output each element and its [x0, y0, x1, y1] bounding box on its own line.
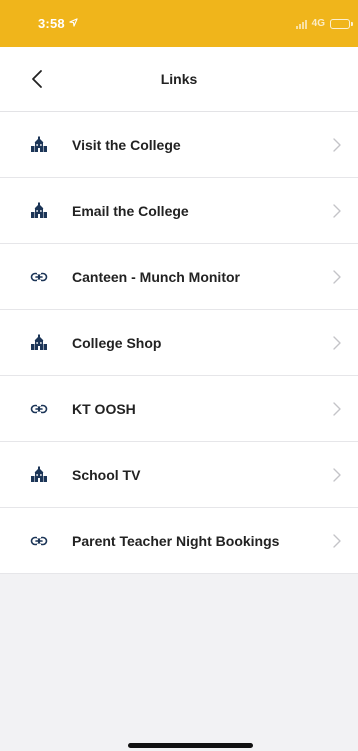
link-row-parent-teacher-night[interactable]: Parent Teacher Night Bookings	[0, 508, 358, 574]
link-row-visit-college[interactable]: Visit the College	[0, 112, 358, 178]
network-label: 4G	[311, 18, 325, 29]
link-row-canteen[interactable]: Canteen - Munch Monitor	[0, 244, 358, 310]
link-label: School TV	[72, 466, 141, 483]
chevron-right-icon	[333, 270, 341, 284]
location-arrow-icon	[69, 17, 78, 30]
college-building-icon	[30, 202, 48, 220]
link-icon	[30, 400, 48, 418]
link-icon	[30, 268, 48, 286]
chevron-right-icon	[333, 204, 341, 218]
college-building-icon	[30, 334, 48, 352]
chevron-right-icon	[333, 534, 341, 548]
college-building-icon	[30, 136, 48, 154]
signal-icon	[295, 19, 307, 29]
college-building-icon	[30, 466, 48, 484]
battery-icon	[330, 18, 353, 29]
link-row-school-tv[interactable]: School TV	[0, 442, 358, 508]
chevron-right-icon	[333, 138, 341, 152]
link-label: Canteen - Munch Monitor	[72, 268, 240, 285]
chevron-right-icon	[333, 336, 341, 350]
link-label: Email the College	[72, 202, 189, 219]
link-label: KT OOSH	[72, 400, 136, 417]
links-list: Visit the College Email the College Cant…	[0, 112, 358, 574]
chevron-right-icon	[333, 468, 341, 482]
status-indicators: 4G	[295, 18, 353, 29]
link-label: Visit the College	[72, 136, 181, 153]
status-bar: 3:58 4G	[0, 0, 358, 47]
link-row-kt-oosh[interactable]: KT OOSH	[0, 376, 358, 442]
link-label: College Shop	[72, 334, 162, 351]
link-icon	[30, 532, 48, 550]
chevron-right-icon	[333, 402, 341, 416]
page-title: Links	[160, 71, 198, 87]
status-time: 3:58	[38, 16, 65, 31]
link-label: Parent Teacher Night Bookings	[72, 532, 280, 549]
link-row-college-shop[interactable]: College Shop	[0, 310, 358, 376]
link-row-email-college[interactable]: Email the College	[0, 178, 358, 244]
navigation-bar: Links	[0, 47, 358, 112]
home-indicator[interactable]	[128, 743, 253, 748]
